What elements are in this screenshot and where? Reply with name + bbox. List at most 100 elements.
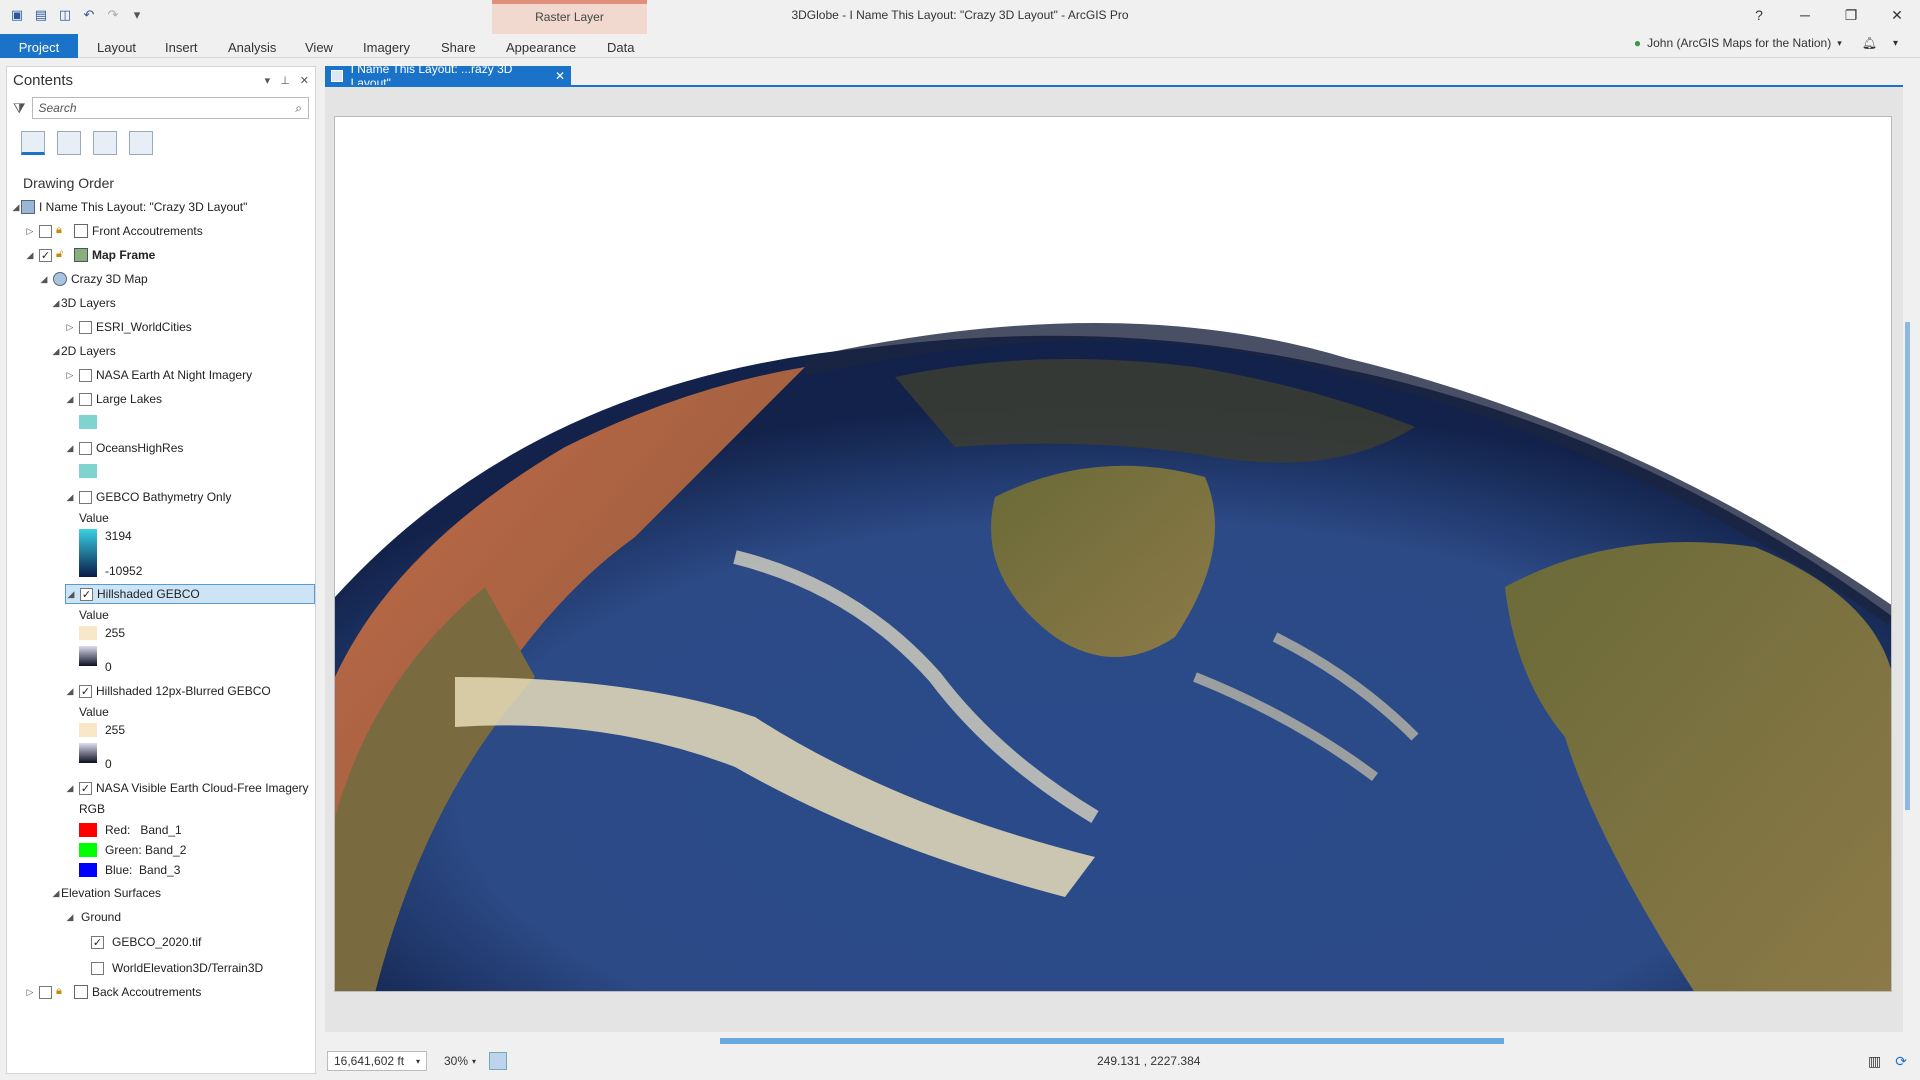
collapse-arrow-icon[interactable]: ◢ (39, 274, 49, 285)
expand-arrow-icon[interactable]: ▷ (65, 370, 75, 381)
pause-drawing-icon[interactable]: ▥ (1868, 1053, 1881, 1070)
zoom-dropdown[interactable]: 30% ▾ (437, 1051, 483, 1071)
tree-item-3d-layers[interactable]: ◢ 3D Layers (51, 293, 116, 313)
tree-item-layout[interactable]: ◢ I Name This Layout: "Crazy 3D Layout" (11, 197, 247, 217)
collapse-arrow-icon[interactable]: ◢ (65, 492, 75, 503)
maximize-button[interactable]: ❐ (1828, 0, 1874, 30)
visibility-checkbox[interactable]: ✓ (79, 781, 92, 795)
tree-item-large-lakes[interactable]: ◢ Large Lakes (65, 389, 163, 409)
pane-close-icon[interactable]: ✕ (300, 74, 309, 87)
list-by-data-source-icon[interactable] (57, 131, 81, 155)
visibility-checkbox[interactable] (79, 392, 92, 406)
visibility-checkbox[interactable] (79, 368, 92, 382)
collapse-arrow-icon[interactable]: ◢ (65, 912, 75, 923)
tab-share[interactable]: Share (441, 34, 476, 58)
hillshade-ramp[interactable] (79, 646, 97, 666)
tree-item-gebco-2020-tif[interactable]: ✓ GEBCO_2020.tif (87, 932, 201, 952)
collapse-arrow-icon[interactable]: ◢ (65, 394, 75, 405)
tree-item-hillshaded-12px-blurred[interactable]: ◢ ✓ Hillshaded 12px-Blurred GEBCO (65, 681, 271, 701)
lock-icon[interactable]: 🔒︎ (56, 985, 70, 999)
blue-band-swatch[interactable] (79, 863, 97, 877)
status-bar: 16,641,602 ft ▾ 30% ▾ 249.131 , 2227.384… (325, 1048, 1915, 1074)
tree-item-nasa-visible-earth[interactable]: ◢ ✓ NASA Visible Earth Cloud-Free Imager… (65, 778, 309, 798)
visibility-checkbox[interactable]: ✓ (39, 248, 52, 262)
layout-tab-close-icon[interactable]: ✕ (555, 69, 565, 83)
tree-item-elevation-surfaces[interactable]: ◢ Elevation Surfaces (51, 883, 162, 903)
collapse-arrow-icon[interactable]: ◢ (66, 589, 76, 600)
ribbon-collapse-icon[interactable]: ▾ (1893, 38, 1898, 49)
large-lakes-swatch[interactable] (79, 415, 97, 429)
layout-document-tab[interactable]: I Name This Layout: ...razy 3D Layout" ✕ (325, 62, 571, 90)
expand-arrow-icon[interactable]: ▷ (25, 226, 35, 237)
globe-3d-map[interactable] (335, 117, 1892, 992)
tab-imagery[interactable]: Imagery (363, 34, 410, 58)
expand-arrow-icon[interactable]: ▷ (65, 322, 75, 333)
user-account[interactable]: ● John (ArcGIS Maps for the Nation) ▾ 🔔︎… (1634, 36, 1898, 50)
tab-insert[interactable]: Insert (165, 34, 198, 58)
tab-view[interactable]: View (305, 34, 333, 58)
filter-icon[interactable]: ⧩ (13, 100, 26, 117)
vertical-scroll-thumb[interactable] (1905, 322, 1910, 810)
visibility-checkbox[interactable] (79, 490, 92, 504)
close-button[interactable]: ✕ (1874, 0, 1920, 30)
refresh-icon[interactable]: ⟳ (1895, 1053, 1907, 1070)
tab-analysis[interactable]: Analysis (228, 34, 276, 58)
tree-item-2d-layers[interactable]: ◢ 2D Layers (51, 341, 116, 361)
collapse-arrow-icon[interactable]: ◢ (65, 686, 75, 697)
tree-item-ground[interactable]: ◢ Ground (65, 907, 122, 927)
collapse-arrow-icon[interactable]: ◢ (51, 888, 61, 899)
tab-layout[interactable]: Layout (97, 34, 136, 58)
collapse-arrow-icon[interactable]: ◢ (65, 783, 75, 794)
red-band-swatch[interactable] (79, 823, 97, 837)
tab-appearance[interactable]: Appearance (506, 34, 576, 58)
tree-item-front-accoutrements[interactable]: ▷ 🔒︎ Front Accoutrements (25, 221, 203, 241)
visibility-checkbox[interactable] (79, 441, 92, 455)
collapse-arrow-icon[interactable]: ◢ (51, 298, 61, 309)
collapse-arrow-icon[interactable]: ◢ (51, 346, 61, 357)
search-input[interactable]: Search ⌕ (31, 97, 309, 119)
auto-hide-icon[interactable]: ⊥ (280, 74, 290, 87)
expand-arrow-icon[interactable]: ▷ (25, 987, 35, 998)
tab-project[interactable]: Project (0, 34, 78, 58)
oceans-swatch[interactable] (79, 464, 97, 478)
hillshade-blurred-ramp[interactable] (79, 743, 97, 763)
visibility-checkbox[interactable] (79, 320, 92, 334)
tree-item-gebco-bathymetry[interactable]: ◢ GEBCO Bathymetry Only (65, 487, 232, 507)
tree-item-nasa-earth-at-night[interactable]: ▷ NASA Earth At Night Imagery (65, 365, 253, 385)
collapse-arrow-icon[interactable]: ◢ (65, 443, 75, 454)
minimize-button[interactable]: ─ (1782, 0, 1828, 30)
tab-data[interactable]: Data (607, 34, 634, 58)
tree-item-hillshaded-gebco[interactable]: ◢ ✓ Hillshaded GEBCO (65, 584, 315, 604)
tree-item-crazy-3d-map[interactable]: ◢ Crazy 3D Map (39, 269, 148, 289)
lock-icon[interactable]: 🔒︎ (56, 224, 70, 238)
visibility-checkbox[interactable]: ✓ (91, 935, 104, 949)
bathymetry-color-ramp[interactable] (79, 529, 97, 577)
collapse-arrow-icon[interactable]: ◢ (11, 202, 21, 213)
lock-icon[interactable]: 🔓︎ (56, 248, 70, 262)
search-icon[interactable]: ⌕ (295, 101, 302, 116)
visibility-checkbox[interactable] (91, 961, 104, 975)
tree-item-back-accoutrements[interactable]: ▷ 🔒︎ Back Accoutrements (25, 982, 201, 1002)
hillshade-blurred-high-swatch[interactable] (79, 723, 97, 737)
layout-page[interactable] (334, 116, 1892, 992)
visibility-checkbox[interactable] (39, 985, 52, 999)
notifications-icon[interactable]: 🔔︎ (1862, 36, 1877, 50)
scale-dropdown[interactable]: 16,641,602 ft ▾ (327, 1051, 427, 1071)
collapse-arrow-icon[interactable]: ◢ (25, 250, 35, 261)
visibility-checkbox[interactable]: ✓ (79, 684, 92, 698)
tree-item-esri-worldcities[interactable]: ▷ ESRI_WorldCities (65, 317, 192, 337)
tree-item-map-frame[interactable]: ◢ ✓ 🔓︎ Map Frame (25, 245, 155, 265)
horizontal-scroll-thumb[interactable] (720, 1038, 1504, 1044)
pane-options-icon[interactable]: ▾ (265, 74, 271, 87)
list-by-editing-icon[interactable] (129, 131, 153, 155)
tree-item-oceanshighres[interactable]: ◢ OceansHighRes (65, 438, 184, 458)
help-button[interactable]: ? (1736, 0, 1782, 30)
visibility-checkbox[interactable]: ✓ (80, 587, 93, 601)
list-by-selection-icon[interactable] (93, 131, 117, 155)
list-by-drawing-order-icon[interactable] (21, 131, 45, 155)
visibility-checkbox[interactable] (39, 224, 52, 238)
tree-item-world-elevation-3d[interactable]: WorldElevation3D/Terrain3D (87, 958, 263, 978)
green-band-swatch[interactable] (79, 843, 97, 857)
hillshade-high-swatch[interactable] (79, 626, 97, 640)
snapping-grid-icon[interactable] (489, 1052, 507, 1070)
